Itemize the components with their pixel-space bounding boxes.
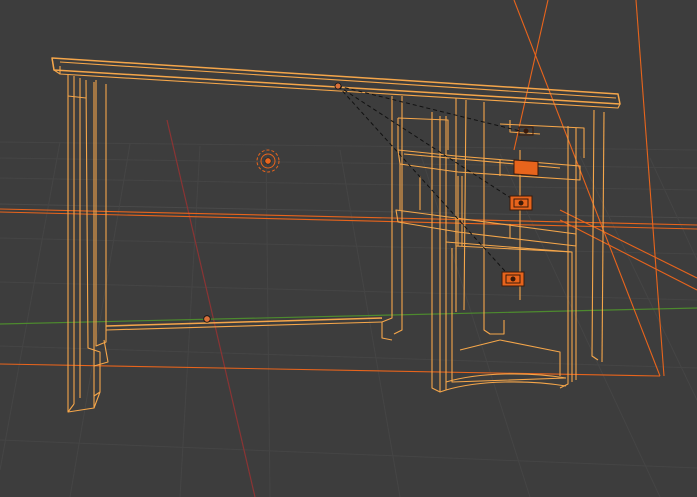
- x-axis-line: [166, 119, 256, 497]
- parent-relation-lines: [337, 85, 521, 281]
- desk-drawer-cabinet[interactable]: [381, 96, 605, 393]
- desk-left-leg-panel[interactable]: [67, 74, 109, 413]
- drawer-handle-bottom-icon[interactable]: [501, 271, 525, 287]
- lamp-icon[interactable]: [256, 149, 280, 173]
- desk-top[interactable]: [51, 57, 621, 109]
- drawer-handle-middle-icon[interactable]: [509, 195, 533, 211]
- object-origin-points: [203, 82, 342, 323]
- 3d-viewport[interactable]: [0, 0, 697, 497]
- viewport-canvas[interactable]: [0, 0, 697, 497]
- desk-rear-stretcher[interactable]: [105, 317, 383, 331]
